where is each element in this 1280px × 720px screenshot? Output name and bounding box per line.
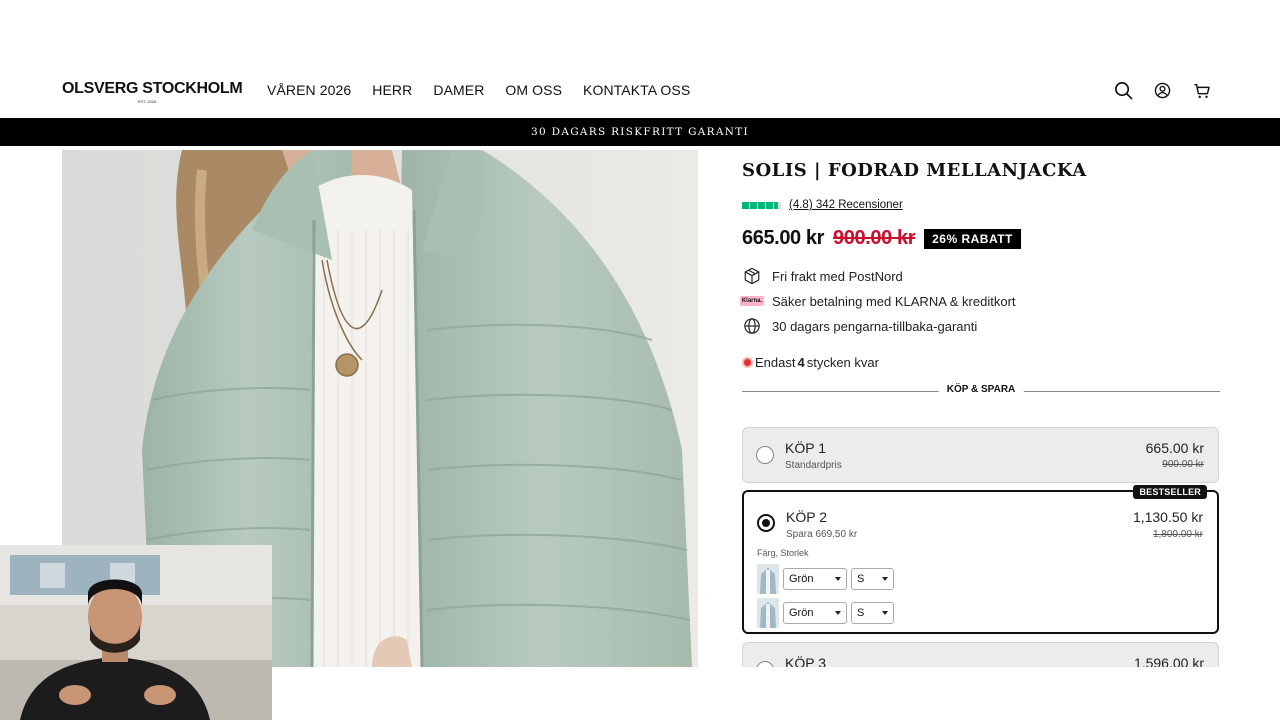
bundle-2-label: KÖP 2 (786, 509, 827, 525)
feature-guarantee-text: 30 dagars pengarna-tillbaka-garanti (772, 318, 978, 334)
feature-payment: Klarna. Säker betalning med KLARNA & kre… (739, 293, 1220, 309)
size-select-value: S (857, 607, 865, 619)
discount-badge: 26% RABATT (924, 228, 1021, 249)
bundle-heading: KÖP & SPARA (938, 384, 1024, 395)
bundle-1-label: KÖP 1 (785, 440, 826, 456)
feature-guarantee: 30 dagars pengarna-tillbaka-garanti (742, 318, 1220, 334)
variant-row-2: Grön S (757, 598, 894, 628)
klarna-logo: Klarna. (739, 293, 765, 309)
options-label: Färg, Storlek (757, 548, 809, 558)
color-select[interactable]: Grön (783, 568, 847, 590)
stock-prefix: Endast (755, 355, 796, 370)
price-row: 665.00 kr 900.00 kr 26% RABATT (742, 227, 1220, 250)
variant-row-1: Grön S (757, 564, 894, 594)
globe-icon (742, 318, 762, 334)
star-icon (750, 201, 757, 209)
stock-indicator-icon (742, 357, 753, 368)
bundle-1-radio[interactable] (756, 446, 774, 464)
size-select-value: S (857, 573, 865, 585)
feature-shipping: Fri frakt med PostNord (742, 267, 1220, 285)
product-rating: (4.8) 342 Recensioner (742, 199, 1220, 211)
stock-notice: Endast 4 stycken kvar (742, 355, 1220, 370)
announcement-bar: 30 DAGARS RISKFRITT GARANTI (0, 118, 1280, 146)
star-icon (758, 201, 765, 209)
chevron-down-icon (882, 577, 888, 581)
account-icon[interactable] (1152, 80, 1173, 101)
star-icon (766, 201, 773, 209)
bundle-option-1[interactable]: KÖP 1 Standardpris 665.00 kr 900.00 kr (742, 427, 1219, 483)
bundle-1-price: 665.00 kr (1145, 440, 1204, 456)
feature-shipping-text: Fri frakt med PostNord (772, 268, 903, 284)
stock-count: 4 (797, 355, 805, 370)
rating-stars (742, 201, 781, 209)
search-icon[interactable] (1113, 80, 1134, 101)
box-icon (742, 267, 762, 285)
star-half-icon (774, 201, 781, 209)
bundle-1-sub: Standardpris (785, 460, 842, 471)
site-header: OLSVERG STOCKHOLM EST. 2026 VÅREN 2026 H… (0, 60, 1280, 118)
nav-item-kontakta-oss[interactable]: KONTAKTA OSS (583, 82, 690, 98)
brand-logo[interactable]: OLSVERG STOCKHOLM EST. 2026 (62, 80, 243, 104)
bundle-option-2[interactable]: BESTSELLER KÖP 2 Spara 669.50 kr 1,130.5… (742, 485, 1219, 634)
product-title: SOLIS | FODRAD MELLANJACKA (742, 160, 1087, 181)
header-icons (1113, 80, 1212, 101)
bundle-divider: KÖP & SPARA (742, 384, 1220, 398)
current-price: 665.00 kr (742, 227, 825, 249)
feature-payment-text: Säker betalning med KLARNA & kreditkort (772, 293, 1016, 309)
brand-est: EST. 2026 (137, 99, 157, 104)
main-nav: VÅREN 2026 HERR DAMER OM OSS KONTAKTA OS… (267, 82, 690, 98)
reviews-link[interactable]: (4.8) 342 Recensioner (789, 199, 903, 211)
chevron-down-icon (835, 577, 841, 581)
star-icon (742, 201, 749, 209)
nav-item-herr[interactable]: HERR (372, 82, 412, 98)
variant-thumbnail (757, 598, 779, 628)
color-select-value: Grön (789, 573, 814, 585)
page-fold (700, 667, 1280, 720)
stock-suffix: stycken kvar (806, 355, 879, 370)
size-select[interactable]: S (851, 602, 894, 624)
size-select[interactable]: S (851, 568, 894, 590)
chevron-down-icon (882, 611, 888, 615)
nav-item-om-oss[interactable]: OM OSS (505, 82, 562, 98)
klarna-label: Klarna. (739, 296, 765, 306)
brand-name[interactable]: OLSVERG STOCKHOLM (62, 80, 243, 98)
color-select[interactable]: Grön (783, 602, 847, 624)
color-select-value: Grön (789, 607, 814, 619)
webcam-overlay (0, 545, 272, 720)
bundle-2-radio[interactable] (757, 514, 775, 532)
variant-thumbnail (757, 564, 779, 594)
bundle-1-old-price: 900.00 kr (1162, 459, 1204, 470)
nav-item-damer[interactable]: DAMER (433, 82, 484, 98)
bundle-2-sub: Spara 669.50 kr (786, 529, 858, 540)
nav-item-varen-2026[interactable]: VÅREN 2026 (267, 82, 351, 98)
feature-list: Fri frakt med PostNord Klarna. Säker bet… (739, 267, 1220, 334)
bundle-2-price: 1,130.50 kr (1132, 509, 1203, 525)
bestseller-badge: BESTSELLER (1133, 485, 1207, 499)
bundle-2-old-price: 1,800.00 kr (1152, 529, 1203, 540)
original-price: 900.00 kr (833, 227, 916, 249)
cart-icon[interactable] (1191, 80, 1212, 101)
product-details: SOLIS | FODRAD MELLANJACKA (4.8) 342 Rec… (739, 150, 1220, 398)
chevron-down-icon (835, 611, 841, 615)
